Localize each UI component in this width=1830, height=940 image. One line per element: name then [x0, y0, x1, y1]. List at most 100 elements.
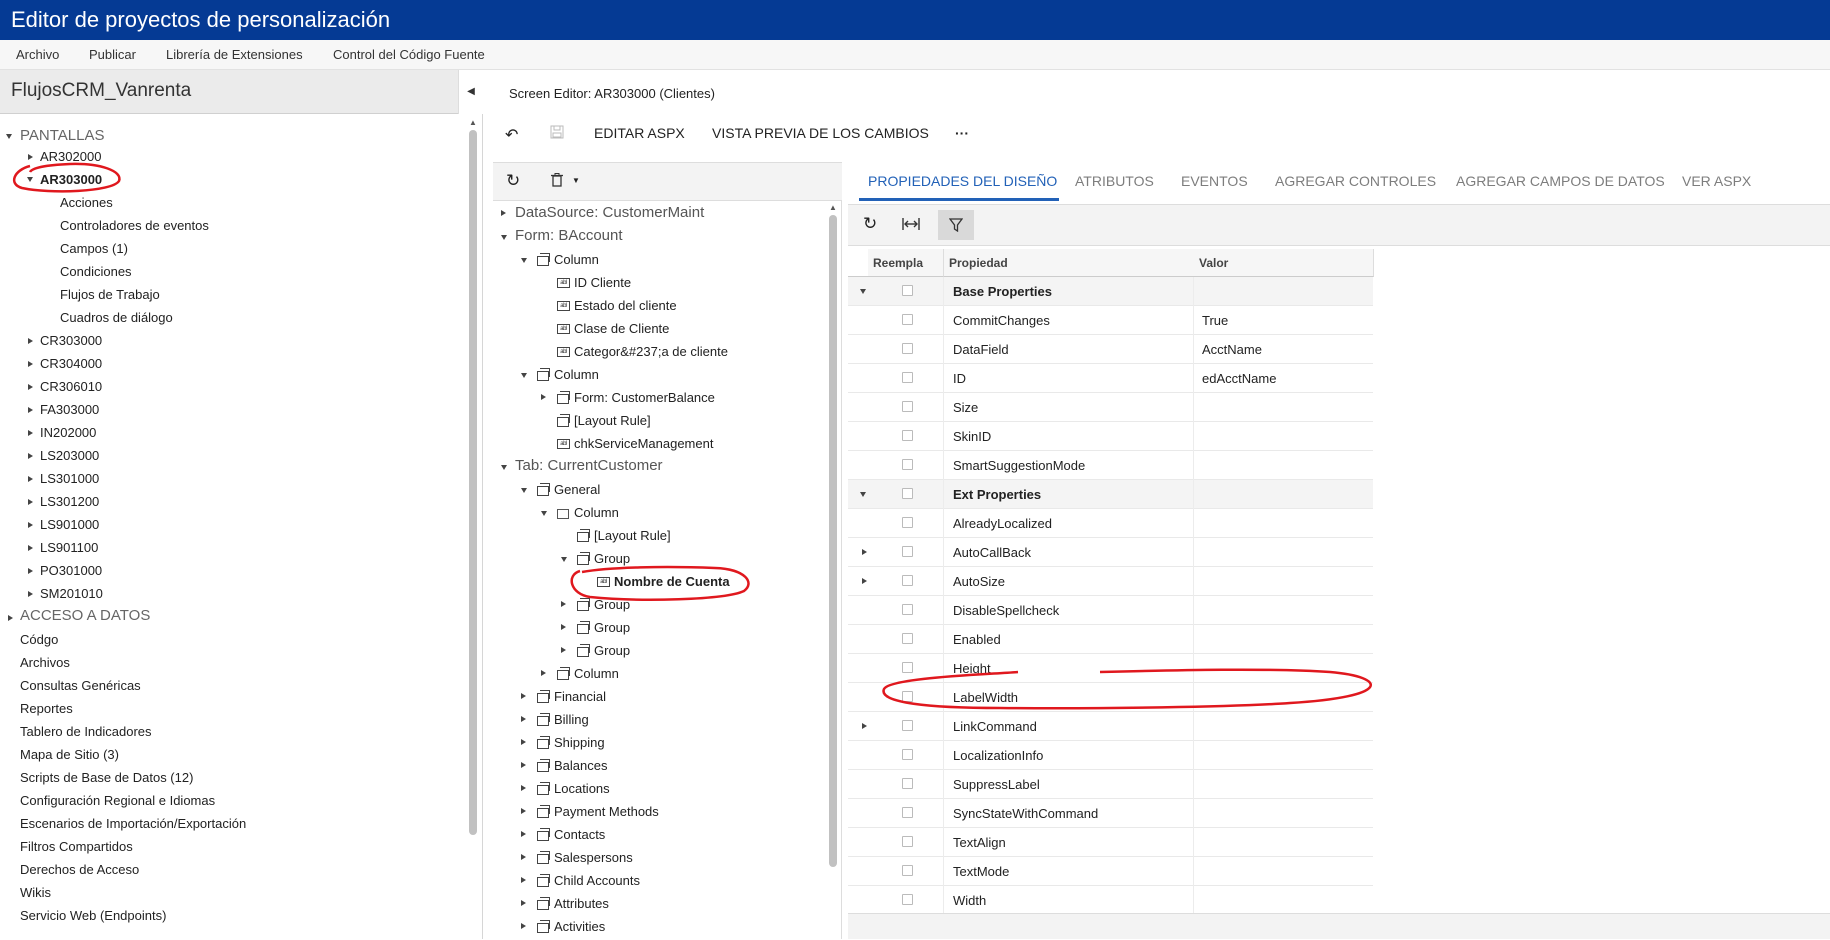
layout-tree-node[interactable]: Group	[594, 597, 630, 612]
property-group-row[interactable]: Base Properties	[848, 277, 1373, 306]
replace-checkbox[interactable]	[902, 749, 913, 760]
replace-checkbox[interactable]	[902, 546, 913, 557]
property-row[interactable]: LabelWidth	[848, 683, 1373, 712]
expand-toggle-icon[interactable]	[521, 808, 526, 814]
expand-toggle-icon[interactable]	[521, 762, 526, 768]
tree-project-item[interactable]: Mapa de Sitio (3)	[20, 747, 119, 762]
tree-section-data-access[interactable]: ACCESO A DATOS	[20, 607, 150, 624]
expand-toggle-icon[interactable]	[28, 568, 33, 574]
tree-screen-subitem[interactable]: Campos (1)	[60, 241, 128, 256]
layout-tree-node[interactable]: General	[554, 482, 600, 497]
tree-screen-item[interactable]: CR303000	[40, 333, 102, 348]
tree-project-item[interactable]: Wikis	[20, 885, 51, 900]
expand-toggle-icon[interactable]	[521, 900, 526, 906]
scrollbar-thumb[interactable]	[469, 130, 477, 835]
expand-toggle-icon[interactable]	[28, 545, 33, 551]
scrollbar-thumb[interactable]	[829, 215, 837, 867]
property-row[interactable]: LinkCommand	[848, 712, 1373, 741]
layout-tree-node[interactable]: Estado del cliente	[574, 298, 677, 313]
expand-toggle-icon[interactable]	[28, 522, 33, 528]
tree-project-item[interactable]: Filtros Compartidos	[20, 839, 133, 854]
layout-tree-node[interactable]: Balances	[554, 758, 607, 773]
scroll-up-icon[interactable]: ▲	[469, 118, 477, 127]
collapse-toggle-icon[interactable]	[521, 373, 527, 378]
layout-tree-node[interactable]: Categor&#237;a de cliente	[574, 344, 728, 359]
expand-toggle-icon[interactable]	[862, 578, 867, 584]
replace-checkbox[interactable]	[902, 778, 913, 789]
collapse-toggle-icon[interactable]	[860, 492, 866, 497]
property-row[interactable]: SuppressLabel	[848, 770, 1373, 799]
expand-toggle-icon[interactable]	[561, 624, 566, 630]
expand-toggle-icon[interactable]	[28, 338, 33, 344]
replace-checkbox[interactable]	[902, 488, 913, 499]
menu-archivo[interactable]: Archivo	[16, 47, 59, 62]
layout-tree-node[interactable]: ID Cliente	[574, 275, 631, 290]
project-tree-scrollbar[interactable]: ▲	[466, 116, 480, 939]
property-row[interactable]: TextAlign	[848, 828, 1373, 857]
tree-screen-item[interactable]: SM201010	[40, 586, 103, 601]
expand-toggle-icon[interactable]	[28, 591, 33, 597]
layout-tree-node[interactable]: Group	[594, 620, 630, 635]
layout-tree-node[interactable]: DataSource: CustomerMaint	[515, 204, 704, 221]
collapse-toggle-icon[interactable]	[860, 289, 866, 294]
expand-toggle-icon[interactable]	[541, 394, 546, 400]
tab-add-data-fields[interactable]: AGREGAR CAMPOS DE DATOS	[1456, 173, 1665, 189]
replace-checkbox[interactable]	[902, 604, 913, 615]
replace-checkbox[interactable]	[902, 807, 913, 818]
property-row[interactable]: SkinID	[848, 422, 1373, 451]
tab-design-properties[interactable]: PROPIEDADES DEL DISEÑO	[868, 173, 1057, 189]
grid-header-property[interactable]: Propiedad	[944, 249, 1195, 277]
replace-checkbox[interactable]	[902, 459, 913, 470]
expand-toggle-icon[interactable]	[28, 384, 33, 390]
expand-toggle-icon[interactable]	[521, 923, 526, 929]
expand-toggle-icon[interactable]	[6, 134, 12, 139]
property-row[interactable]: AlreadyLocalized	[848, 509, 1373, 538]
tree-screen-item[interactable]: LS901000	[40, 517, 99, 532]
tree-screen-item[interactable]: LS203000	[40, 448, 99, 463]
fit-columns-icon[interactable]	[902, 217, 920, 236]
property-value[interactable]: AcctName	[1202, 342, 1262, 357]
property-row[interactable]: DataField AcctName	[848, 335, 1373, 364]
expand-toggle-icon[interactable]	[28, 476, 33, 482]
collapse-toggle-icon[interactable]	[501, 465, 507, 470]
collapse-toggle-icon[interactable]	[521, 488, 527, 493]
replace-checkbox[interactable]	[902, 575, 913, 586]
property-row[interactable]: Width	[848, 886, 1373, 915]
property-row[interactable]: AutoCallBack	[848, 538, 1373, 567]
collapse-toggle-icon[interactable]	[501, 235, 507, 240]
property-row[interactable]: LocalizationInfo	[848, 741, 1373, 770]
tree-screen-item[interactable]: LS301200	[40, 494, 99, 509]
replace-checkbox[interactable]	[902, 285, 913, 296]
tree-screen-subitem[interactable]: Flujos de Trabajo	[60, 287, 160, 302]
replace-checkbox[interactable]	[902, 894, 913, 905]
refresh-icon[interactable]: ↻	[506, 171, 520, 191]
replace-checkbox[interactable]	[902, 401, 913, 412]
tab-events[interactable]: EVENTOS	[1181, 173, 1248, 189]
expand-toggle-icon[interactable]	[28, 154, 33, 160]
grid-header-value[interactable]: Valor	[1194, 249, 1374, 277]
refresh-icon[interactable]: ↻	[863, 214, 877, 234]
property-row[interactable]: DisableSpellcheck	[848, 596, 1373, 625]
layout-tree-node[interactable]: Column	[554, 367, 599, 382]
collapse-toggle-icon[interactable]	[541, 511, 547, 516]
tree-screen-subitem[interactable]: Acciones	[60, 195, 113, 210]
replace-checkbox[interactable]	[902, 691, 913, 702]
expand-toggle-icon[interactable]	[501, 210, 506, 216]
tree-screen-item[interactable]: LS901100	[40, 540, 98, 555]
replace-checkbox[interactable]	[902, 865, 913, 876]
layout-tree-node[interactable]: Column	[554, 252, 599, 267]
replace-checkbox[interactable]	[902, 836, 913, 847]
layout-tree-node[interactable]: Clase de Cliente	[574, 321, 669, 336]
expand-toggle-icon[interactable]	[521, 785, 526, 791]
chevron-down-icon[interactable]: ▼	[572, 176, 580, 185]
tree-section-screens[interactable]: PANTALLAS	[20, 127, 104, 144]
tree-screen-item[interactable]: AR303000	[40, 172, 102, 187]
tree-screen-item[interactable]: PO301000	[40, 563, 102, 578]
layout-tree-node[interactable]: [Layout Rule]	[574, 413, 651, 428]
tree-project-item[interactable]: Tablero de Indicadores	[20, 724, 152, 739]
layout-tree-node[interactable]: Billing	[554, 712, 589, 727]
tree-screen-subitem[interactable]: Controladores de eventos	[60, 218, 209, 233]
layout-tree-node[interactable]: Column	[574, 505, 619, 520]
layout-tree-node[interactable]: Group	[594, 551, 630, 566]
tree-project-item[interactable]: Derechos de Acceso	[20, 862, 139, 877]
